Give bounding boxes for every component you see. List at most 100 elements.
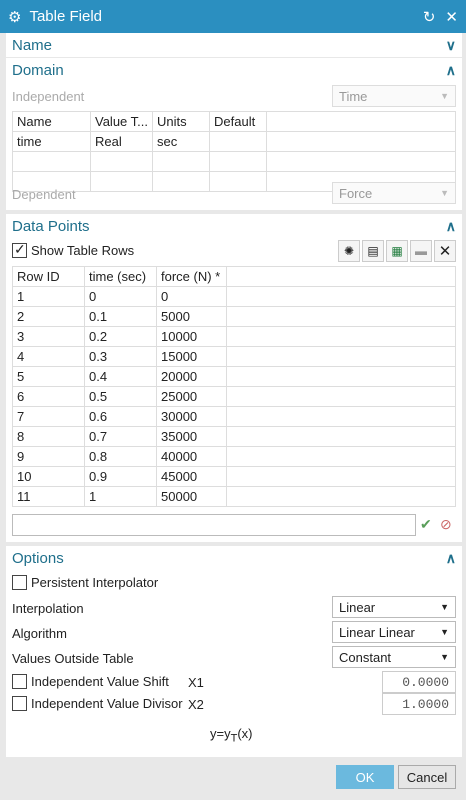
domain-section: Domain ∧ Independent Time ▼ Name Value T.… [6, 58, 462, 210]
ok-button[interactable]: OK [336, 765, 394, 789]
value-shift-label: Independent Value Shift [31, 674, 169, 689]
domain-section-title: Domain [12, 61, 64, 79]
cancel-edit-icon[interactable]: ⊘ [440, 516, 452, 533]
independent-label: Independent [12, 88, 85, 104]
row-id: 10 [12, 466, 85, 487]
table-row[interactable]: 11 1 50000 [12, 486, 456, 507]
time-cell[interactable]: 0 [84, 286, 157, 307]
force-cell[interactable]: 15000 [156, 346, 227, 367]
force-cell[interactable]: 30000 [156, 406, 227, 427]
close-icon[interactable]: ✕ [445, 8, 458, 26]
time-cell[interactable]: 0.5 [84, 386, 157, 407]
show-table-rows-checkbox[interactable]: Show Table Rows [12, 241, 134, 258]
chevron-down-icon[interactable]: ∨ [446, 37, 456, 54]
values-outside-dropdown[interactable]: Constant ▼ [332, 646, 456, 668]
algorithm-dropdown[interactable]: Linear Linear ▼ [332, 621, 456, 643]
checkbox-icon[interactable] [12, 674, 27, 689]
domain-table-header: Name Value T... Units Default [12, 111, 456, 132]
row-id: 9 [12, 446, 85, 467]
force-cell[interactable]: 5000 [156, 306, 227, 327]
row-id: 6 [12, 386, 85, 407]
name-section-title: Name [12, 36, 53, 54]
force-cell[interactable]: 25000 [156, 386, 227, 407]
reset-icon[interactable]: ↻ [423, 8, 436, 26]
independent-value: Time [339, 88, 368, 104]
time-cell[interactable]: 0.7 [84, 426, 157, 447]
options-section-header[interactable]: Options ∧ [6, 546, 462, 570]
time-cell[interactable]: 0.9 [84, 466, 157, 487]
divisor-variable-label: X2 [188, 697, 204, 712]
table-cell [266, 131, 456, 152]
force-cell[interactable]: 40000 [156, 446, 227, 467]
table-row[interactable]: 10 0.9 45000 [12, 466, 456, 487]
table-cell[interactable]: time [12, 131, 91, 152]
column-header[interactable]: Value T... [90, 111, 153, 132]
table-row[interactable]: time Real sec [12, 131, 456, 152]
table-row[interactable]: 5 0.4 20000 [12, 366, 456, 387]
column-header[interactable]: time (sec) [84, 266, 157, 287]
formula-main: y=y [210, 726, 231, 741]
time-cell[interactable]: 0.3 [84, 346, 157, 367]
force-cell[interactable]: 35000 [156, 426, 227, 447]
time-cell[interactable]: 0.4 [84, 366, 157, 387]
row-id: 11 [12, 486, 85, 507]
table-row[interactable]: 6 0.5 25000 [12, 386, 456, 407]
checkbox-icon[interactable] [12, 575, 27, 590]
row-id: 4 [12, 346, 85, 367]
value-shift-checkbox[interactable]: Independent Value Shift [12, 674, 169, 689]
column-header [226, 266, 456, 287]
column-header[interactable]: Default [209, 111, 267, 132]
table-cell[interactable]: Real [90, 131, 153, 152]
divisor-value-input[interactable]: 1.0000 [382, 693, 456, 715]
independent-dropdown: Time ▼ [332, 85, 456, 107]
chevron-up-icon[interactable]: ∧ [446, 62, 456, 79]
time-cell[interactable]: 0.6 [84, 406, 157, 427]
time-cell[interactable]: 0.1 [84, 306, 157, 327]
force-cell[interactable]: 20000 [156, 366, 227, 387]
chevron-up-icon[interactable]: ∧ [446, 550, 456, 567]
table-row[interactable]: 9 0.8 40000 [12, 446, 456, 467]
checkbox-icon[interactable] [12, 696, 27, 711]
table-row[interactable]: 3 0.2 10000 [12, 326, 456, 347]
delete-icon[interactable]: ✕ [434, 240, 456, 262]
table-row[interactable]: 2 0.1 5000 [12, 306, 456, 327]
data-points-toolbar: ✺ ▤ ▦ ▬ ✕ [336, 240, 456, 262]
time-cell[interactable]: 0.8 [84, 446, 157, 467]
value-divisor-label: Independent Value Divisor [31, 696, 183, 711]
domain-section-header[interactable]: Domain ∧ [6, 58, 462, 82]
cancel-button[interactable]: Cancel [398, 765, 456, 789]
persistent-interpolator-checkbox[interactable]: Persistent Interpolator [12, 575, 158, 590]
column-header[interactable]: Units [152, 111, 210, 132]
value-divisor-checkbox[interactable]: Independent Value Divisor [12, 696, 183, 711]
checkbox-checked-icon[interactable] [12, 241, 27, 258]
table-row[interactable]: 4 0.3 15000 [12, 346, 456, 367]
name-section-header[interactable]: Name ∨ [6, 33, 462, 57]
table-row[interactable]: 8 0.7 35000 [12, 426, 456, 447]
force-cell[interactable]: 10000 [156, 326, 227, 347]
interpolation-dropdown[interactable]: Linear ▼ [332, 596, 456, 618]
table-row[interactable]: 7 0.6 30000 [12, 406, 456, 427]
spline-icon[interactable]: ✺ [338, 240, 360, 262]
time-cell[interactable]: 0.2 [84, 326, 157, 347]
table-cell[interactable] [209, 131, 267, 152]
time-cell[interactable]: 1 [84, 486, 157, 507]
column-header[interactable]: Row ID [12, 266, 85, 287]
window-title: Table Field [29, 8, 102, 25]
force-cell[interactable]: 0 [156, 286, 227, 307]
shift-value-input[interactable]: 0.0000 [382, 671, 456, 693]
export-excel-icon[interactable]: ▦ [386, 240, 408, 262]
table-row[interactable]: 100 [12, 286, 456, 307]
save-icon[interactable]: ▬ [410, 240, 432, 262]
options-section: Options ∧ Persistent Interpolator Interp… [6, 546, 462, 757]
import-icon[interactable]: ▤ [362, 240, 384, 262]
accept-icon[interactable]: ✔ [420, 516, 432, 533]
cell-edit-input[interactable] [12, 514, 416, 536]
column-header[interactable]: force (N) * [156, 266, 227, 287]
chevron-up-icon[interactable]: ∧ [446, 218, 456, 235]
table-cell[interactable]: sec [152, 131, 210, 152]
dependent-label: Dependent [12, 186, 76, 202]
data-points-section-header[interactable]: Data Points ∧ [6, 214, 462, 238]
column-header[interactable]: Name [12, 111, 91, 132]
force-cell[interactable]: 45000 [156, 466, 227, 487]
force-cell[interactable]: 50000 [156, 486, 227, 507]
